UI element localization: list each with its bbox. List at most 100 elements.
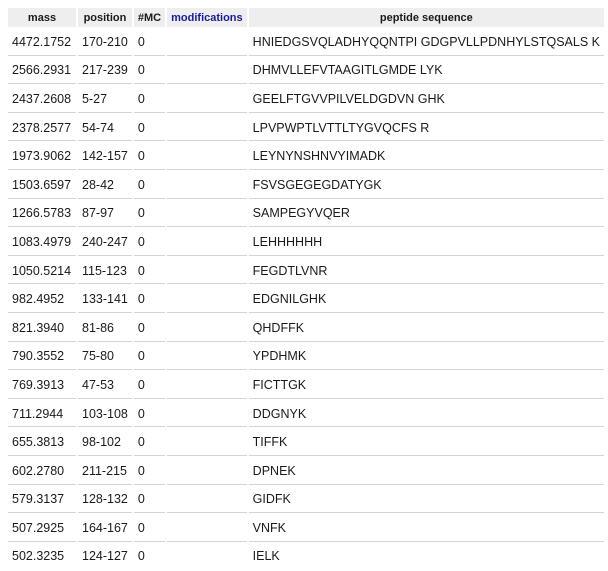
cell-peptide-sequence: HNIEDGSVQLADHYQQNTPI GDGPVLLPDNHYLSTQSAL… xyxy=(248,29,604,56)
cell-modifications xyxy=(167,201,247,228)
cell-missed-cleavages: 0 xyxy=(133,487,166,514)
cell-missed-cleavages: 0 xyxy=(133,401,166,428)
table-row: 602.2780 211-215 0 DPNEK xyxy=(8,458,604,485)
cell-mass: 982.4952 xyxy=(8,286,76,313)
cell-modifications xyxy=(167,58,247,85)
cell-position: 128-132 xyxy=(78,487,132,514)
table-row: 1083.4979 240-247 0 LEHHHHHH xyxy=(8,229,604,256)
cell-position: 115-123 xyxy=(78,258,132,285)
table-row: 769.3913 47-53 0 FICTTGK xyxy=(8,372,604,399)
cell-missed-cleavages: 0 xyxy=(133,315,166,342)
header-missed-cleavages: #MC xyxy=(133,8,166,27)
peptide-results-table: mass position #MC modifications peptide … xyxy=(6,6,606,571)
cell-modifications xyxy=(167,315,247,342)
cell-missed-cleavages: 0 xyxy=(133,458,166,485)
cell-mass: 655.3813 xyxy=(8,429,76,456)
header-peptide-sequence: peptide sequence xyxy=(248,8,604,27)
cell-peptide-sequence: IELK xyxy=(252,549,280,564)
cell-position: 133-141 xyxy=(78,286,132,313)
table-row: 1503.6597 28-42 0 FSVSGEGEGDATYGK xyxy=(8,172,604,199)
cell-position: 87-97 xyxy=(78,201,132,228)
cell-mass: 602.2780 xyxy=(8,458,76,485)
cell-missed-cleavages: 0 xyxy=(133,172,166,199)
cell-peptide-sequence: FEGDTLVNR xyxy=(248,258,604,285)
cell-modifications xyxy=(167,258,247,285)
table-header-row: mass position #MC modifications peptide … xyxy=(8,8,604,27)
cell-position: 164-167 xyxy=(78,515,132,542)
table-row: 507.2925 164-167 0 VNFK xyxy=(8,515,604,542)
table-row: 1050.5214 115-123 0 FEGDTLVNR xyxy=(8,258,604,285)
cell-position: 124-127 xyxy=(82,549,128,564)
cell-modifications xyxy=(167,172,247,199)
cell-mass: 1503.6597 xyxy=(8,172,76,199)
table-row: 790.3552 75-80 0 YPDHMK xyxy=(8,344,604,371)
table-row: 655.3813 98-102 0 TIFFK xyxy=(8,429,604,456)
table-row: 502.3235 124-127 0 IELK xyxy=(8,544,604,570)
cell-position: 5-27 xyxy=(78,86,132,113)
cell-peptide-sequence: FSVSGEGEGDATYGK xyxy=(248,172,604,199)
cell-mass: 821.3940 xyxy=(8,315,76,342)
cell-modifications xyxy=(167,401,247,428)
cell-peptide-sequence: VNFK xyxy=(248,515,604,542)
cell-peptide-sequence: LEHHHHHH xyxy=(248,229,604,256)
cell-position: 54-74 xyxy=(78,115,132,142)
cell-missed-cleavages: 0 xyxy=(133,286,166,313)
table-row: 821.3940 81-86 0 QHDFFK xyxy=(8,315,604,342)
cell-mass: 2566.2931 xyxy=(8,58,76,85)
cell-peptide-sequence: DPNEK xyxy=(248,458,604,485)
cell-position: 170-210 xyxy=(78,29,132,56)
cell-mass: 2437.2608 xyxy=(8,86,76,113)
cell-mass: 790.3552 xyxy=(8,344,76,371)
cell-mass: 1050.5214 xyxy=(8,258,76,285)
cell-peptide-sequence: YPDHMK xyxy=(248,344,604,371)
cell-position: 47-53 xyxy=(78,372,132,399)
cell-peptide-sequence: DHMVLLEFVTAAGITLGMDE LYK xyxy=(248,58,604,85)
cell-missed-cleavages: 0 xyxy=(133,58,166,85)
cell-mass: 1083.4979 xyxy=(8,229,76,256)
cell-modifications xyxy=(167,372,247,399)
cell-missed-cleavages: 0 xyxy=(137,549,145,564)
cell-peptide-sequence: TIFFK xyxy=(248,429,604,456)
table-body: 4472.1752 170-210 0 HNIEDGSVQLADHYQQNTPI GD… xyxy=(8,29,604,569)
cell-mass: 579.3137 xyxy=(8,487,76,514)
cell-modifications xyxy=(167,86,247,113)
table-row: 579.3137 128-132 0 GIDFK xyxy=(8,487,604,514)
cell-modifications xyxy=(167,458,247,485)
cell-missed-cleavages: 0 xyxy=(133,258,166,285)
cell-mass: 507.2925 xyxy=(8,515,76,542)
cell-modifications xyxy=(167,515,247,542)
cell-position: 98-102 xyxy=(78,429,132,456)
cell-position: 81-86 xyxy=(78,315,132,342)
cell-missed-cleavages: 0 xyxy=(133,115,166,142)
cell-missed-cleavages: 0 xyxy=(133,229,166,256)
cell-modifications xyxy=(167,115,247,142)
cell-peptide-sequence: QHDFFK xyxy=(248,315,604,342)
cell-position: 28-42 xyxy=(78,172,132,199)
cell-modifications xyxy=(167,544,247,570)
header-modifications[interactable]: modifications xyxy=(167,8,247,27)
cell-modifications xyxy=(167,344,247,371)
table-row: 1973.9062 142-157 0 LEYNYNSHNVYIMADK xyxy=(8,143,604,170)
cell-mass: 711.2944 xyxy=(8,401,76,428)
cell-mass: 769.3913 xyxy=(8,372,76,399)
cell-missed-cleavages: 0 xyxy=(133,515,166,542)
cell-position: 211-215 xyxy=(78,458,132,485)
cell-mass: 4472.1752 xyxy=(8,29,76,56)
cell-missed-cleavages: 0 xyxy=(133,372,166,399)
cell-peptide-sequence: FICTTGK xyxy=(248,372,604,399)
table-row: 2378.2577 54-74 0 LPVPWPTLVTTLTYGVQCFS R xyxy=(8,115,604,142)
cell-position: 217-239 xyxy=(78,58,132,85)
cell-position: 75-80 xyxy=(78,344,132,371)
cell-peptide-sequence: DDGNYK xyxy=(248,401,604,428)
cell-missed-cleavages: 0 xyxy=(133,143,166,170)
cell-peptide-sequence: LEYNYNSHNVYIMADK xyxy=(248,143,604,170)
cell-peptide-sequence: GIDFK xyxy=(248,487,604,514)
cell-position: 142-157 xyxy=(78,143,132,170)
cell-modifications xyxy=(167,286,247,313)
cell-position: 240-247 xyxy=(78,229,132,256)
cell-peptide-sequence: SAMPEGYVQER xyxy=(248,201,604,228)
header-mass: mass xyxy=(8,8,76,27)
cell-missed-cleavages: 0 xyxy=(133,201,166,228)
cell-modifications xyxy=(167,429,247,456)
cell-missed-cleavages: 0 xyxy=(133,344,166,371)
